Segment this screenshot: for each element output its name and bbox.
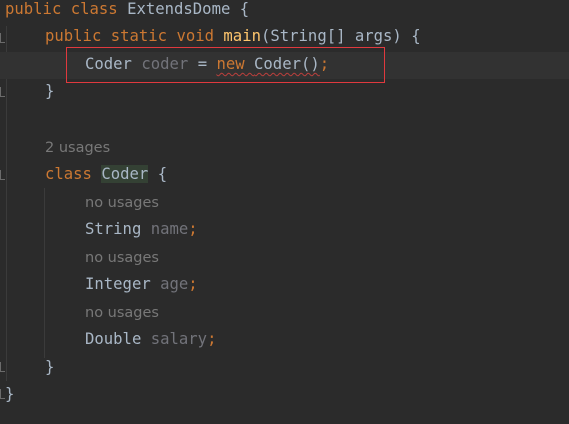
usages-hint[interactable]: no usages [85,303,159,323]
code-line-field-age[interactable]: Integer age; [85,271,569,298]
code-line-field-name[interactable]: String name; [85,216,569,243]
type-name: Double [85,330,142,348]
class-name: ExtendsDome [127,0,231,18]
operator: = [197,55,208,73]
brace: { [411,27,421,45]
brace: { [157,165,168,183]
type-name: String [85,220,142,238]
semicolon: ; [319,55,330,73]
type-name: Coder [85,55,132,73]
brace: } [45,358,55,376]
fold-marker-icon[interactable] [0,87,5,97]
keyword: static [110,27,168,45]
usages-hint[interactable]: no usages [85,193,159,213]
method-params: (String[] args) [260,27,402,45]
code-line-coder-instantiation[interactable]: Coder coder = new Coder(); [85,51,569,78]
keyword: class [70,0,118,18]
fold-marker-icon[interactable] [0,170,5,180]
usages-hint[interactable]: 2 usages [45,138,110,158]
brace: } [45,82,55,100]
code-line-main-method[interactable]: public static void main(String[] args) { [45,23,569,50]
variable-name: coder [141,55,189,73]
keyword: void [176,27,215,45]
code-line-closing-brace[interactable]: } [45,78,569,105]
keyword: public [45,27,102,45]
code-editor[interactable]: public class ExtendsDome { public static… [0,0,569,424]
brace: { [239,0,250,18]
brace: } [5,385,15,403]
usages-hint[interactable]: no usages [85,248,159,268]
code-line-closing-brace[interactable]: } [45,354,569,381]
code-line-field-salary[interactable]: Double salary; [85,326,569,353]
field-name: salary [150,330,208,348]
type-name: Integer [85,275,151,293]
fold-marker-icon[interactable] [0,362,5,372]
field-name: age [160,275,189,293]
method-name: main [223,27,261,45]
keyword: new [216,55,245,73]
code-line-closing-brace[interactable]: } [5,381,569,408]
code-line-class-declaration[interactable]: public class ExtendsDome { [5,0,569,23]
semicolon: ; [207,330,217,348]
fold-marker-icon[interactable] [0,33,5,43]
semicolon: ; [188,220,198,238]
field-name: name [150,220,189,238]
keyword: public [5,0,62,18]
constructor-call: Coder() [254,55,320,73]
code-line-inner-class[interactable]: class Coder { [45,161,569,188]
semicolon: ; [188,275,198,293]
indent-guide [6,26,7,381]
class-name: Coder [101,165,149,183]
indent-guide [44,188,45,358]
keyword: class [45,165,92,183]
